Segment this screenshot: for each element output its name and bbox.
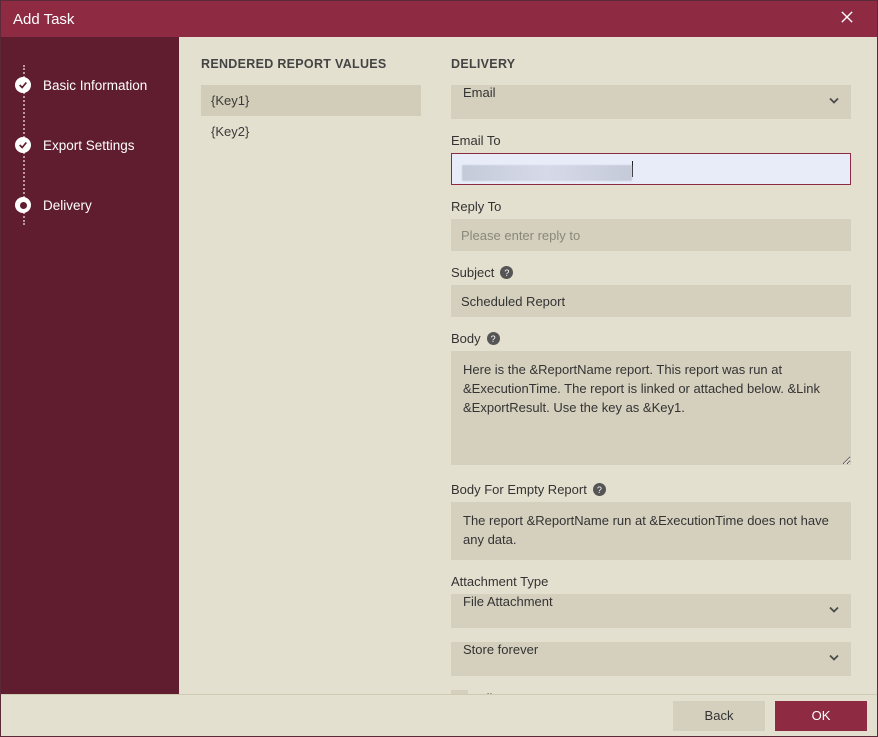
- delivery-header: DELIVERY: [451, 57, 851, 71]
- wizard-steps: Basic Information Export Settings Delive…: [1, 55, 179, 235]
- attachment-type-select[interactable]: File Attachment: [451, 594, 851, 628]
- step-label: Basic Information: [43, 78, 147, 93]
- titlebar: Add Task: [1, 1, 877, 37]
- subject-label: Subject ?: [451, 265, 851, 280]
- check-icon: [15, 137, 31, 153]
- email-to-field[interactable]: [451, 153, 851, 185]
- retention-select[interactable]: Store forever: [451, 642, 851, 676]
- step-basic-information[interactable]: Basic Information: [1, 55, 179, 115]
- reply-to-field[interactable]: [451, 219, 851, 251]
- dialog-footer: Back OK: [1, 694, 877, 736]
- back-button[interactable]: Back: [673, 701, 765, 731]
- help-icon[interactable]: ?: [593, 483, 606, 496]
- step-label: Export Settings: [43, 138, 135, 153]
- wizard-sidebar: Basic Information Export Settings Delive…: [1, 37, 179, 694]
- retention-select-wrap: Store forever: [451, 642, 851, 676]
- window-title: Add Task: [13, 11, 829, 28]
- delivery-method-value: Email: [463, 85, 496, 100]
- body-empty-field[interactable]: The report &ReportName run at &Execution…: [451, 502, 851, 560]
- rendered-values-header: RENDERED REPORT VALUES: [201, 57, 421, 71]
- step-label: Delivery: [43, 198, 92, 213]
- redacted-content: [462, 165, 632, 181]
- attachment-type-label: Attachment Type: [451, 574, 851, 589]
- current-step-icon: [15, 197, 31, 213]
- rendered-values-list: {Key1} {Key2}: [201, 85, 421, 147]
- help-icon[interactable]: ?: [500, 266, 513, 279]
- body-empty-label: Body For Empty Report ?: [451, 482, 851, 497]
- close-button[interactable]: [829, 1, 865, 37]
- retention-value: Store forever: [463, 642, 538, 657]
- subject-field[interactable]: [451, 285, 851, 317]
- content-area: RENDERED REPORT VALUES {Key1} {Key2} DEL…: [179, 37, 877, 694]
- rendered-values-column: RENDERED REPORT VALUES {Key1} {Key2}: [201, 57, 421, 684]
- rendered-value-item[interactable]: {Key2}: [201, 116, 421, 147]
- add-task-dialog: Add Task Basic Information Expo: [0, 0, 878, 737]
- step-export-settings[interactable]: Export Settings: [1, 115, 179, 175]
- attachment-type-value: File Attachment: [463, 594, 553, 609]
- delivery-column: DELIVERY Email Email To Reply To: [451, 57, 851, 684]
- rendered-value-item[interactable]: {Key1}: [201, 85, 421, 116]
- delivery-method-select[interactable]: Email: [451, 85, 851, 119]
- body-label: Body ?: [451, 331, 851, 346]
- reply-to-label: Reply To: [451, 199, 851, 214]
- delivery-method-select-wrap: Email: [451, 85, 851, 119]
- ok-button[interactable]: OK: [775, 701, 867, 731]
- step-delivery[interactable]: Delivery: [1, 175, 179, 235]
- email-to-label: Email To: [451, 133, 851, 148]
- help-icon[interactable]: ?: [487, 332, 500, 345]
- body-field[interactable]: [451, 351, 851, 465]
- close-icon: [841, 10, 853, 28]
- attachment-type-select-wrap: File Attachment: [451, 594, 851, 628]
- text-caret: [632, 161, 633, 177]
- dialog-body: Basic Information Export Settings Delive…: [1, 37, 877, 694]
- check-icon: [15, 77, 31, 93]
